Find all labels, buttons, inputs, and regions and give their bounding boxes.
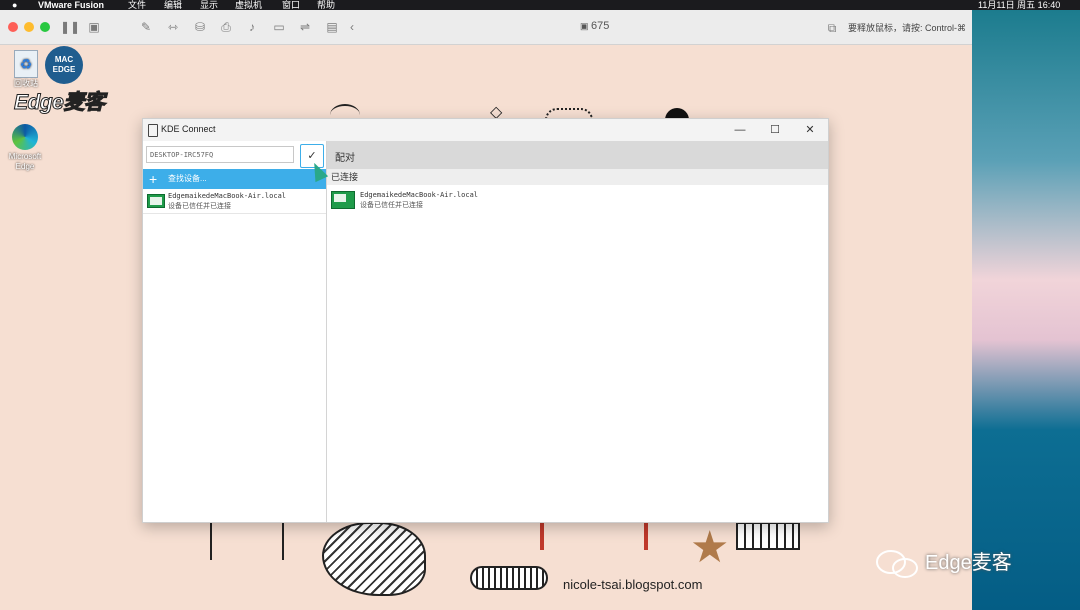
brand-logo-text: Edge麦客 (13, 91, 105, 115)
plus-icon: + (149, 171, 158, 187)
minimize-icon[interactable]: — (725, 121, 755, 139)
printer-icon[interactable]: ⎙ (218, 19, 234, 35)
desktop-icon-edge[interactable]: Microsoft Edge (2, 124, 48, 172)
apple-menu-icon[interactable]: ● (12, 0, 17, 10)
doodle-red-legs (540, 520, 648, 550)
wechat-watermark-icon (876, 550, 918, 578)
sound-icon[interactable]: ♪ (244, 19, 260, 35)
doodle-legs (210, 520, 284, 560)
doodle-shell (322, 522, 426, 596)
close-icon[interactable]: ✕ (795, 121, 825, 139)
kde-app-icon (148, 124, 158, 137)
recycle-bin-icon: ♻ (14, 50, 38, 78)
minimize-window-icon[interactable] (24, 22, 34, 32)
vmware-titlebar: ❚❚ ▣ ✎ ⇿ ⛁ ⎙ ♪ ▭ ⇌ ▤ ‹ ▣ 675 ⧉ 要释放鼠标，请按:… (0, 10, 972, 45)
device-status: 设备已信任并已连接 (168, 202, 231, 210)
kde-window-title: KDE Connect (161, 124, 216, 134)
kde-connect-window: KDE Connect — ☐ ✕ ✓ + 查找设备... Edgemaiked… (142, 118, 829, 523)
menu-vm[interactable]: 虚拟机 (235, 0, 262, 10)
menu-help[interactable]: 帮助 (317, 0, 335, 10)
device-name-input[interactable] (146, 146, 294, 163)
watermark-text: Edge麦客 (925, 552, 1012, 574)
laptop-icon (147, 194, 165, 208)
edge-browser-icon (12, 124, 38, 150)
pair-button[interactable]: 配对 (335, 149, 355, 164)
laptop-icon (331, 191, 355, 209)
fullscreen-icon[interactable]: ⧉ (824, 20, 840, 36)
close-window-icon[interactable] (8, 22, 18, 32)
maximize-icon[interactable]: ☐ (760, 121, 790, 139)
kde-titlebar: KDE Connect — ☐ ✕ (143, 119, 828, 141)
share-icon[interactable]: ▤ (324, 19, 340, 35)
device-detail-pane: 配对 已连接 EdgemaikedeMacBook-Air.local 设备已信… (327, 141, 828, 522)
back-chevron-icon[interactable]: ‹ (344, 19, 360, 35)
pair-toolbar: 配对 (327, 141, 828, 169)
checkmark-icon: ✓ (307, 150, 317, 162)
connected-device-status: 设备已信任并已连接 (360, 201, 423, 209)
connected-section-header: 已连接 (327, 169, 828, 185)
menu-view[interactable]: 显示 (200, 0, 218, 10)
mac-edge-logo: MAC EDGE (45, 46, 83, 84)
mac-wallpaper (972, 10, 1080, 610)
release-mouse-hint: 要释放鼠标，请按: Control-⌘ (848, 23, 967, 33)
network-icon[interactable]: ⇿ (165, 19, 181, 35)
device-list-pane: ✓ + 查找设备... EdgemaikedeMacBook-Air.local… (143, 141, 327, 522)
camera-icon[interactable]: ▭ (271, 19, 287, 35)
device-name: EdgemaikedeMacBook-Air.local (168, 192, 287, 200)
usb-icon[interactable]: ⇌ (297, 19, 313, 35)
disk-icon[interactable]: ⛁ (192, 19, 208, 35)
settings-wrench-icon[interactable]: ✎ (138, 19, 154, 35)
find-devices-row[interactable]: + 查找设备... (143, 169, 326, 189)
vm-title: ▣ 675 (580, 20, 610, 32)
doodle-caterpillar (470, 566, 548, 590)
pause-icon[interactable]: ❚❚ (60, 19, 80, 35)
vm-title-icon: ▣ (580, 21, 592, 31)
doodle-star-icon: ★ (690, 523, 730, 572)
menu-edit[interactable]: 编辑 (164, 0, 182, 10)
find-devices-label: 查找设备... (168, 174, 207, 183)
device-list-item[interactable]: EdgemaikedeMacBook-Air.local 设备已信任并已连接 (143, 191, 326, 214)
connected-device-item[interactable]: EdgemaikedeMacBook-Air.local 设备已信任并已连接 (327, 187, 828, 213)
mac-menubar: ● VMware Fusion 文件 编辑 显示 虚拟机 窗口 帮助 11月11… (0, 0, 1080, 10)
menu-window[interactable]: 窗口 (282, 0, 300, 10)
menubar-clock[interactable]: 11月11日 周五 16:40 (978, 0, 1060, 10)
desktop-icon-recycle-bin[interactable]: ♻ 回收站 (8, 50, 44, 89)
doodle-comet-tail (736, 522, 800, 550)
connected-device-name: EdgemaikedeMacBook-Air.local (360, 191, 479, 199)
snapshot-icon[interactable]: ▣ (86, 19, 102, 35)
blog-credit: nicole-tsai.blogspot.com (563, 577, 703, 592)
zoom-window-icon[interactable] (40, 22, 50, 32)
app-menu[interactable]: VMware Fusion (38, 0, 104, 10)
menu-file[interactable]: 文件 (128, 0, 146, 10)
